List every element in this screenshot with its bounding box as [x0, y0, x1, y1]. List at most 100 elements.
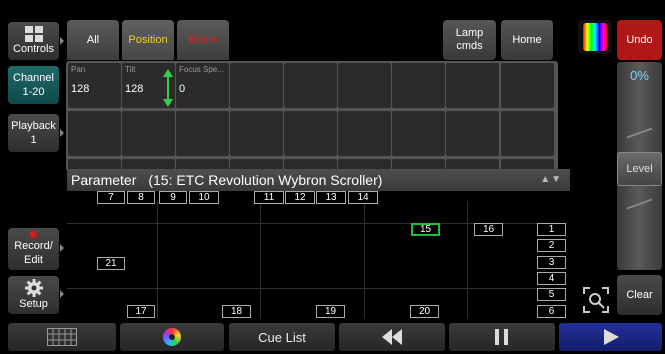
- tab-beam[interactable]: Beam: [177, 20, 229, 60]
- playback-expand-arrow: [60, 129, 64, 137]
- controls-button[interactable]: Controls: [8, 22, 59, 60]
- channel-button[interactable]: Channel 1-20: [8, 66, 59, 104]
- grid-icon: [24, 26, 43, 42]
- cmds-label: cmds: [456, 40, 483, 52]
- keypad-grid-icon: [47, 328, 77, 346]
- vertical-double-arrow-icon: [163, 69, 173, 107]
- param-cell-pan[interactable]: Pan 128: [68, 63, 121, 108]
- channel-8[interactable]: 8: [127, 191, 155, 204]
- channel-16[interactable]: 16: [474, 223, 503, 236]
- tab-all-label: All: [86, 34, 100, 46]
- home-button[interactable]: Home: [501, 20, 553, 60]
- undo-label: Undo: [626, 34, 653, 46]
- channel-12[interactable]: 12: [285, 191, 315, 204]
- channel-5[interactable]: 5: [537, 288, 566, 301]
- fader-down-chevron-icon: [627, 190, 652, 210]
- lamp-label: Lamp: [455, 27, 484, 39]
- param-label: Pan: [71, 65, 86, 74]
- channel-1[interactable]: 1: [537, 223, 566, 236]
- pause-button[interactable]: [449, 323, 555, 351]
- param-cell-empty[interactable]: [446, 111, 499, 156]
- play-button[interactable]: [559, 323, 662, 351]
- channel-13[interactable]: 13: [316, 191, 346, 204]
- color-picker-button[interactable]: [578, 20, 612, 54]
- tab-position[interactable]: Position: [122, 20, 174, 60]
- clear-button[interactable]: Clear: [617, 275, 662, 315]
- color-wheel-button[interactable]: [120, 323, 224, 351]
- play-icon: [603, 329, 619, 345]
- cue-list-label: Cue List: [258, 329, 306, 345]
- level-fader[interactable]: 0% Level: [617, 62, 662, 270]
- setup-label: Setup: [19, 298, 48, 310]
- channel-2[interactable]: 2: [537, 239, 566, 252]
- channel-range: 1-20: [22, 86, 45, 98]
- param-cell-empty[interactable]: [230, 63, 283, 108]
- param-cell-empty[interactable]: [446, 63, 499, 108]
- param-cell-empty[interactable]: [176, 111, 229, 156]
- channel-3[interactable]: 3: [537, 256, 566, 269]
- record-edit-button[interactable]: Record/ Edit: [8, 228, 59, 270]
- channel-label: Channel: [13, 72, 54, 84]
- gear-icon: [24, 279, 43, 297]
- rewind-button[interactable]: [339, 323, 445, 351]
- param-cell-empty[interactable]: [68, 111, 121, 156]
- fader-up-chevron-icon: [627, 127, 652, 147]
- zoom-fit-icon[interactable]: [583, 287, 609, 313]
- keypad-button[interactable]: [8, 323, 116, 351]
- clear-label: Clear: [626, 289, 653, 301]
- lamp-cmds-button[interactable]: Lamp cmds: [443, 20, 496, 60]
- parameter-bar-title: Parameter: [71, 172, 137, 188]
- color-spectrum-icon: [583, 23, 607, 51]
- record-expand-arrow: [60, 244, 64, 252]
- collapse-expand-icon: ▲▼: [540, 174, 562, 185]
- pause-icon: [495, 329, 508, 345]
- parameter-grid: Pan 128 Tilt 128 Focus Spe... 0: [66, 61, 558, 171]
- param-value: 128: [125, 83, 144, 95]
- channel-9[interactable]: 9: [159, 191, 187, 204]
- level-label[interactable]: Level: [617, 152, 662, 186]
- parameter-bar[interactable]: Parameter (15: ETC Revolution Wybron Scr…: [67, 169, 570, 191]
- channel-21[interactable]: 21: [97, 257, 125, 270]
- controls-label: Controls: [13, 43, 54, 55]
- channel-10[interactable]: 10: [189, 191, 219, 204]
- param-cell-empty[interactable]: [501, 63, 554, 108]
- param-cell-empty[interactable]: [338, 63, 391, 108]
- param-label: Focus Spe...: [179, 65, 224, 74]
- param-cell-empty[interactable]: [230, 111, 283, 156]
- rewind-icon: [382, 329, 402, 345]
- tab-all[interactable]: All: [67, 20, 119, 60]
- channel-14[interactable]: 14: [348, 191, 378, 204]
- channel-17[interactable]: 17: [127, 305, 155, 318]
- parameter-bar-fixture: (15: ETC Revolution Wybron Scroller): [148, 172, 383, 188]
- channel-20[interactable]: 20: [410, 305, 439, 318]
- playback-label: Playback: [11, 120, 56, 132]
- home-label: Home: [512, 33, 542, 46]
- channel-11[interactable]: 11: [254, 191, 284, 204]
- param-cell-focus-speed[interactable]: Focus Spe... 0: [176, 63, 229, 108]
- param-cell-empty[interactable]: [392, 111, 445, 156]
- channel-6[interactable]: 6: [537, 305, 566, 318]
- setup-button[interactable]: Setup: [8, 276, 59, 314]
- undo-button[interactable]: Undo: [617, 20, 662, 60]
- playback-number: 1: [30, 134, 37, 146]
- param-cell-empty[interactable]: [501, 111, 554, 156]
- channel-7[interactable]: 7: [97, 191, 125, 204]
- level-percent: 0%: [630, 68, 649, 83]
- color-wheel-icon: [163, 328, 181, 346]
- param-cell-empty[interactable]: [392, 63, 445, 108]
- playback-button[interactable]: Playback 1: [8, 114, 59, 152]
- channel-15-selected[interactable]: 15: [411, 223, 440, 236]
- param-cell-empty[interactable]: [284, 111, 337, 156]
- channel-4[interactable]: 4: [537, 272, 566, 285]
- channel-19[interactable]: 19: [316, 305, 345, 318]
- param-cell-empty[interactable]: [284, 63, 337, 108]
- tab-position-label: Position: [128, 34, 168, 46]
- record-label: Record/: [14, 240, 53, 252]
- channel-18[interactable]: 18: [222, 305, 251, 318]
- param-value: 128: [71, 83, 90, 95]
- tab-beam-label: Beam: [188, 34, 218, 46]
- cue-list-button[interactable]: Cue List: [229, 323, 335, 351]
- param-cell-empty[interactable]: [338, 111, 391, 156]
- param-value: 0: [179, 83, 186, 95]
- param-cell-empty[interactable]: [122, 111, 175, 156]
